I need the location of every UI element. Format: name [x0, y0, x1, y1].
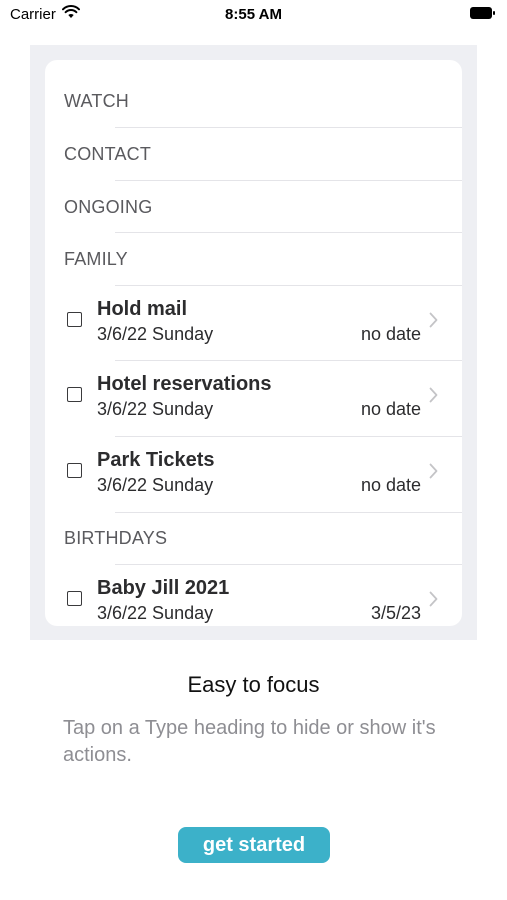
checkbox-icon[interactable]	[67, 387, 82, 402]
task-row[interactable]: Hotel reservations 3/6/22 Sunday no date	[45, 361, 462, 435]
task-date: 3/6/22 Sunday	[97, 475, 214, 495]
task-row[interactable]: Hold mail 3/6/22 Sunday no date	[45, 286, 462, 360]
task-title: Baby Jill 2021	[97, 577, 230, 599]
get-started-button[interactable]: get started	[178, 827, 330, 863]
types-card: WATCH CONTACT ONGOING FAMILY Hold mail 3…	[45, 60, 462, 626]
task-row[interactable]: Baby Jill 2021 3/6/22 Sunday 3/5/23	[45, 565, 462, 626]
type-heading-watch[interactable]: WATCH	[64, 91, 129, 112]
app-preview: WATCH CONTACT ONGOING FAMILY Hold mail 3…	[30, 45, 477, 640]
checkbox-icon[interactable]	[67, 591, 82, 606]
task-due-date: no date	[360, 324, 421, 344]
task-date: 3/6/22 Sunday	[97, 324, 214, 344]
chevron-right-icon[interactable]	[429, 463, 438, 479]
type-heading-contact[interactable]: CONTACT	[64, 144, 151, 165]
chevron-right-icon[interactable]	[429, 387, 438, 403]
checkbox-icon[interactable]	[67, 463, 82, 478]
onboarding-caption: Easy to focus	[187, 672, 320, 697]
chevron-right-icon[interactable]	[429, 312, 438, 328]
task-due-date: 3/5/23	[370, 603, 421, 623]
onboarding-description: Tap on a Type heading to hide or show it…	[63, 717, 436, 766]
task-row[interactable]: Park Tickets 3/6/22 Sunday no date	[45, 437, 462, 511]
chevron-right-icon[interactable]	[429, 591, 438, 607]
task-due-date: no date	[360, 475, 421, 495]
type-heading-ongoing[interactable]: ONGOING	[64, 197, 152, 218]
task-title: Hotel reservations	[97, 373, 272, 395]
type-heading-birthdays[interactable]: BIRTHDAYS	[64, 528, 167, 549]
status-time: 8:55 AM	[225, 6, 282, 23]
separator	[115, 512, 462, 513]
task-title: Park Tickets	[97, 449, 215, 471]
task-due-date: no date	[360, 399, 421, 419]
task-title: Hold mail	[97, 298, 188, 320]
checkbox-icon[interactable]	[67, 312, 82, 327]
task-date: 3/6/22 Sunday	[97, 399, 214, 419]
separator	[115, 127, 462, 128]
task-date: 3/6/22 Sunday	[97, 603, 214, 623]
separator	[115, 180, 462, 181]
separator	[115, 232, 462, 233]
battery-icon	[470, 7, 496, 19]
status-bar: Carrier 8:55 AM	[0, 0, 507, 30]
type-heading-family[interactable]: FAMILY	[64, 249, 128, 270]
